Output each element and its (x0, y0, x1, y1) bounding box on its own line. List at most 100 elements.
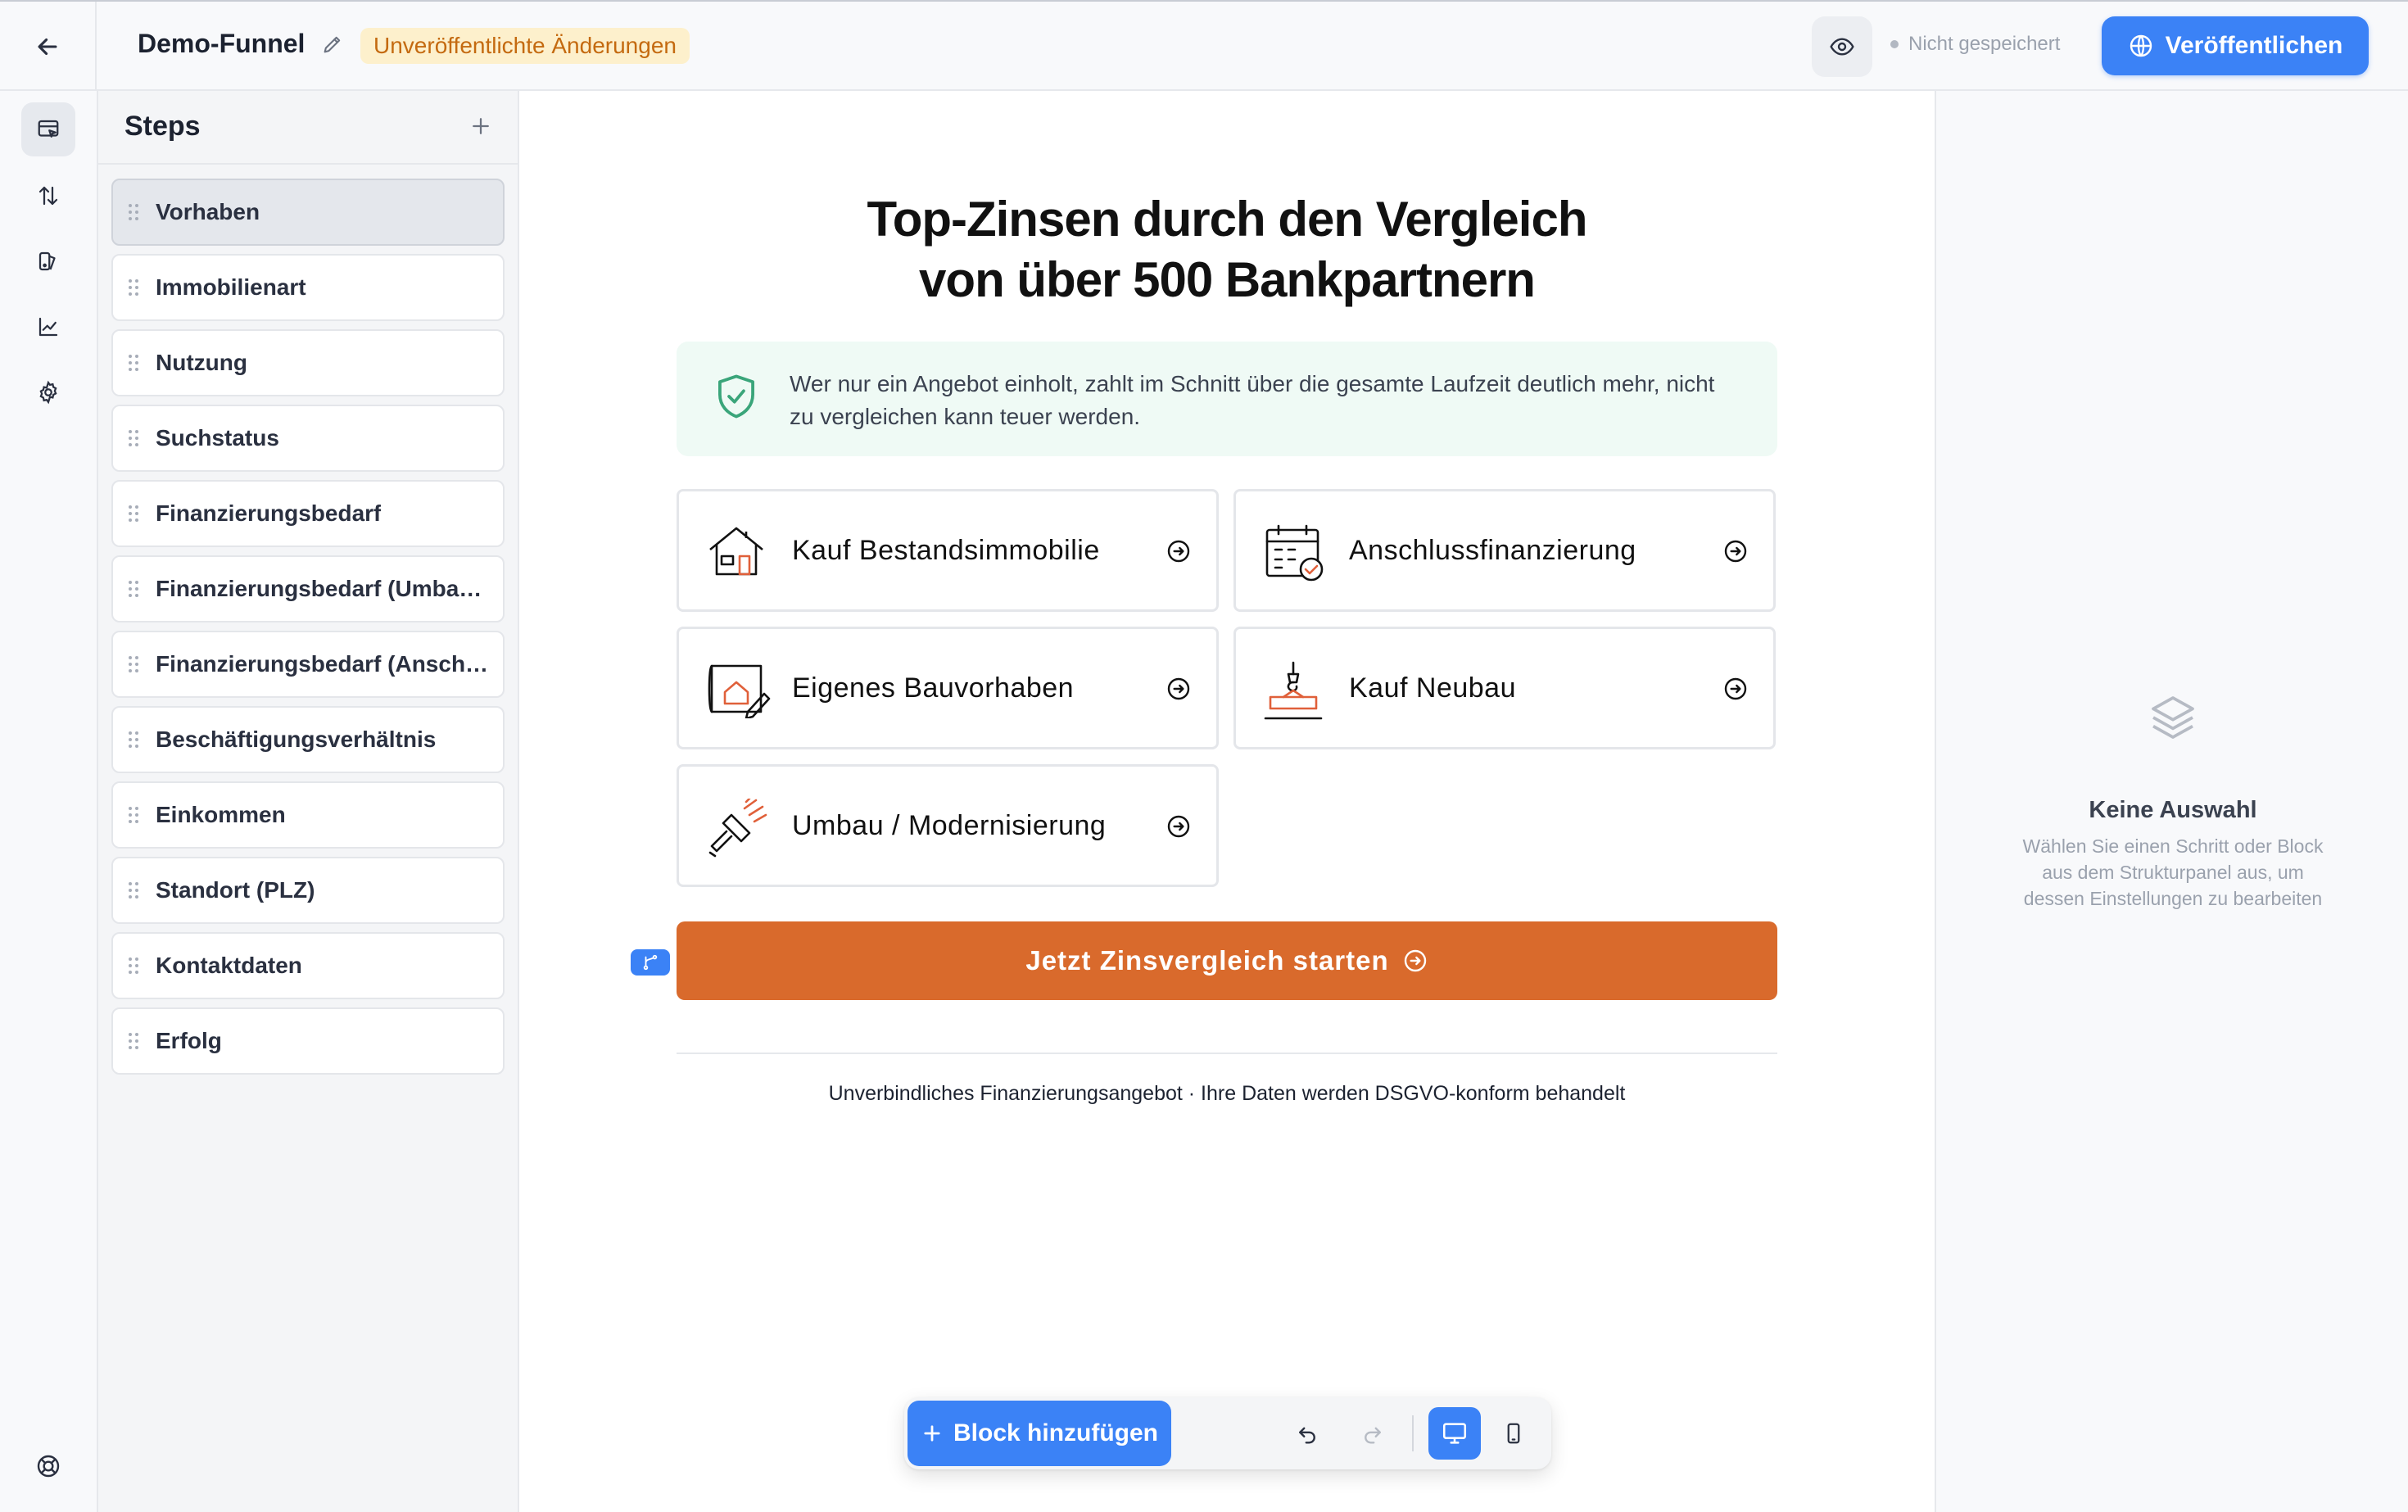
step-label: Finanzierungsbedarf (156, 500, 382, 526)
rail-help-button[interactable] (21, 1439, 75, 1493)
arrow-left-icon (38, 38, 57, 55)
add-block-button[interactable]: Block hinzufügen (908, 1401, 1171, 1466)
undo-icon (1299, 1427, 1315, 1444)
bottom-toolbar: Block hinzufügen (904, 1397, 1551, 1469)
drag-handle-icon[interactable] (128, 881, 139, 899)
desktop-view-button[interactable] (1428, 1407, 1481, 1460)
option-eigenes-bauvorhaben[interactable]: Eigenes Bauvorhaben (677, 627, 1219, 749)
publish-button[interactable]: Veröffentlichen (2102, 16, 2369, 75)
save-status: Nicht gespeichert (1890, 33, 2060, 56)
status-dot (1890, 40, 1899, 48)
empty-state-title: Keine Auswahl (2089, 797, 2257, 823)
step-item[interactable]: Standort (PLZ) (111, 857, 505, 924)
layers-icon (2147, 691, 2199, 744)
gear-icon (39, 380, 57, 405)
step-label: Finanzierungsbedarf (Umbau / Modernisier… (156, 576, 491, 601)
rail-structure-button[interactable] (21, 102, 75, 156)
info-text: Wer nur ein Angebot einholt, zahlt im Sc… (790, 371, 1715, 429)
option-label: Kauf Neubau (1349, 672, 1516, 704)
option-label: Eigenes Bauvorhaben (792, 672, 1075, 704)
step-label: Finanzierungsbedarf (Anschlussfinanzieru… (156, 651, 491, 677)
arrow-right-circle-icon (1166, 676, 1192, 702)
preview-button[interactable] (1812, 16, 1872, 77)
smartphone-icon (1507, 1423, 1520, 1444)
publish-label: Veröffentlichen (2165, 32, 2343, 59)
drag-handle-icon[interactable] (128, 505, 139, 523)
step-label: Standort (PLZ) (156, 877, 315, 903)
rail-analytics-button[interactable] (21, 300, 75, 354)
option-kauf-bestandsimmobilie[interactable]: Kauf Bestandsimmobilie (677, 489, 1219, 612)
arrow-right-circle-icon (1166, 813, 1192, 840)
plus-icon (473, 118, 489, 134)
drag-handle-icon[interactable] (128, 1032, 139, 1050)
step-label: Einkommen (156, 802, 286, 827)
step-item[interactable]: Finanzierungsbedarf (Anschlussfinanzieru… (111, 631, 505, 698)
option-anschlussfinanzierung[interactable]: Anschlussfinanzierung (1233, 489, 1776, 612)
step-label: Suchstatus (156, 425, 279, 450)
step-label: Immobilienart (156, 274, 306, 300)
step-item[interactable]: Vorhaben (111, 179, 505, 246)
toolbar-separator (1412, 1415, 1414, 1451)
rail-design-button[interactable] (21, 234, 75, 288)
disclaimer-text: Unverbindliches Finanzierungsangebot · I… (828, 1082, 1626, 1105)
left-rail (0, 91, 98, 1512)
option-umbau-modernisierung[interactable]: Umbau / Modernisierung (677, 764, 1219, 887)
pencil-icon[interactable] (321, 33, 344, 56)
shield-check-icon (714, 373, 758, 420)
add-step-button[interactable] (468, 114, 493, 138)
arrow-right-circle-icon (1722, 676, 1749, 702)
drag-handle-icon[interactable] (128, 806, 139, 824)
step-item[interactable]: Suchstatus (111, 405, 505, 472)
branch-icon (643, 954, 658, 971)
calendar-check-icon (1264, 523, 1326, 582)
step-item[interactable]: Finanzierungsbedarf (Umbau / Modernisier… (111, 555, 505, 622)
step-item[interactable]: Finanzierungsbedarf (111, 480, 505, 547)
back-button[interactable] (0, 2, 97, 91)
drag-handle-icon[interactable] (128, 731, 139, 749)
top-bar: Demo-Funnel Unveröffentlichte Änderungen… (0, 0, 2408, 91)
step-label: Kontaktdaten (156, 953, 302, 978)
redo-icon (1365, 1427, 1381, 1444)
house-icon (707, 523, 766, 577)
undo-button[interactable] (1281, 1407, 1333, 1460)
drag-handle-icon[interactable] (128, 580, 139, 598)
drag-handle-icon[interactable] (128, 957, 139, 975)
step-label: Erfolg (156, 1028, 222, 1053)
arrow-right-circle-icon (1722, 538, 1749, 564)
step-item[interactable]: Erfolg (111, 1007, 505, 1075)
step-item[interactable]: Beschäftigungsverhältnis (111, 706, 505, 773)
steps-panel: Steps Vorhaben Immobilienart Nutzung Suchst… (98, 91, 519, 1512)
rail-logic-button[interactable] (21, 169, 75, 223)
drag-handle-icon[interactable] (128, 354, 139, 372)
cta-label: Jetzt Zinsvergleich starten (1025, 945, 1389, 976)
drag-handle-icon[interactable] (128, 203, 139, 221)
blueprint-icon (707, 661, 772, 718)
step-item[interactable]: Immobilienart (111, 254, 505, 321)
drag-handle-icon[interactable] (128, 655, 139, 673)
palette-icon (38, 251, 56, 271)
steps-title: Steps (124, 111, 201, 142)
branch-logic-tag[interactable] (631, 949, 670, 976)
empty-state-description: Wählen Sie einen Schritt oder Block aus … (2022, 835, 2324, 909)
divider (677, 1053, 1777, 1054)
redo-button[interactable] (1347, 1407, 1399, 1460)
step-item[interactable]: Nutzung (111, 329, 505, 396)
layout-cursor-icon (38, 120, 59, 138)
headline-line-1: Top-Zinsen durch den Vergleich (867, 192, 1588, 247)
info-box[interactable]: Wer nur ein Angebot einholt, zahlt im Sc… (677, 342, 1777, 456)
rail-settings-button[interactable] (21, 365, 75, 419)
mobile-view-button[interactable] (1487, 1407, 1540, 1460)
step-label: Nutzung (156, 350, 247, 375)
drag-handle-icon[interactable] (128, 278, 139, 297)
editor-canvas: Top-Zinsen durch den Vergleich von über … (519, 91, 1935, 1512)
page-headline[interactable]: Top-Zinsen durch den Vergleich von über … (519, 189, 1935, 310)
step-item[interactable]: Einkommen (111, 781, 505, 849)
arrow-right-circle-icon (1404, 949, 1426, 972)
drag-handle-icon[interactable] (128, 429, 139, 447)
step-item[interactable]: Kontaktdaten (111, 932, 505, 999)
cta-button[interactable]: Jetzt Zinsvergleich starten (677, 921, 1777, 1000)
unpublished-badge: Unveröffentlichte Änderungen (360, 28, 690, 64)
monitor-icon (1442, 1423, 1467, 1444)
option-kauf-neubau[interactable]: Kauf Neubau (1233, 627, 1776, 749)
settings-panel: Keine Auswahl Wählen Sie einen Schritt o… (1935, 91, 2408, 1512)
